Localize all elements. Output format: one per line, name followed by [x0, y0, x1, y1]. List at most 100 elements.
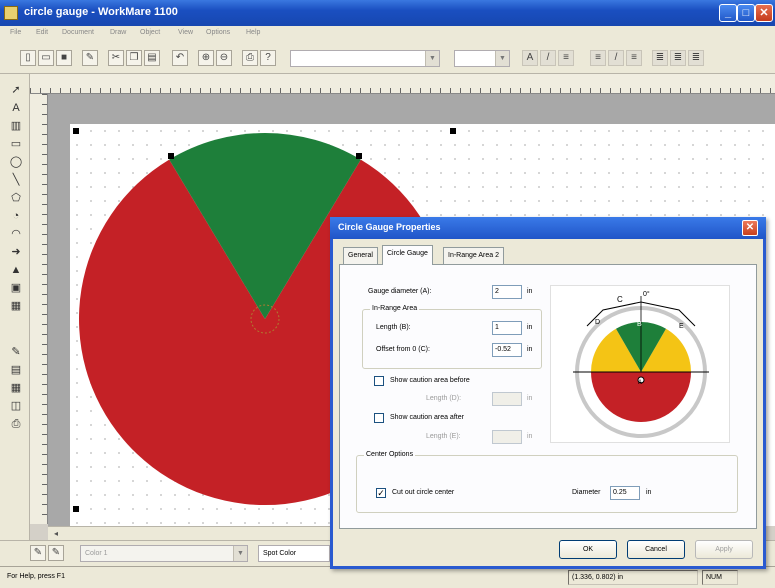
unit-label: in: [527, 346, 533, 353]
tab-general[interactable]: General: [343, 247, 378, 264]
new-file-icon: ▯: [25, 52, 31, 63]
dialog-title: Circle Gauge Properties: [338, 222, 441, 232]
menu-file[interactable]: File: [10, 29, 21, 36]
circle-gauge-properties-dialog: Circle Gauge Properties ✕ General Circle…: [330, 217, 766, 569]
paint-tool[interactable]: ✎: [8, 344, 24, 360]
menu-bar: File Edit Document Draw Object View Opti…: [0, 26, 775, 44]
menu-help[interactable]: Help: [246, 29, 260, 36]
align-left-button[interactable]: ≣: [652, 50, 668, 66]
horizontal-scrollbar[interactable]: ◂: [48, 526, 348, 540]
format-icon: ≡: [563, 52, 569, 63]
gauge-diameter-input[interactable]: 2: [492, 285, 522, 299]
pointer-tool[interactable]: ➚: [8, 82, 24, 98]
selection-handle-top-right[interactable]: [450, 128, 456, 134]
new-button[interactable]: ▯: [20, 50, 36, 66]
paint-bucket-icon: ✎: [11, 346, 21, 358]
arrow-tool[interactable]: ➜: [8, 244, 24, 260]
cancel-button[interactable]: Cancel: [627, 540, 685, 559]
diameter-input[interactable]: 0.25: [610, 486, 640, 500]
tab-circle-gauge[interactable]: Circle Gauge: [382, 245, 433, 265]
shape-tool[interactable]: ▲: [8, 262, 24, 278]
grid-tool[interactable]: ▦: [8, 380, 24, 396]
ok-button[interactable]: OK: [559, 540, 617, 559]
rectangle-tool[interactable]: ▭: [8, 136, 24, 152]
menu-draw[interactable]: Draw: [110, 29, 126, 36]
cut-out-center-checkbox[interactable]: ✓: [376, 488, 386, 498]
preview-label-c: C: [617, 295, 623, 304]
arc-tool[interactable]: ◠: [8, 226, 24, 242]
align-center-button[interactable]: ≣: [670, 50, 686, 66]
wizard-button[interactable]: ✎: [82, 50, 98, 66]
text-tool[interactable]: A: [8, 100, 24, 116]
unit-label: in: [527, 433, 533, 440]
zoom-out-button[interactable]: ⊖: [216, 50, 232, 66]
menu-edit[interactable]: Edit: [36, 29, 48, 36]
line-button-1[interactable]: ≡: [590, 50, 606, 66]
apply-button[interactable]: Apply: [695, 540, 753, 559]
spot-color-value: Spot Color: [263, 550, 297, 557]
open-button[interactable]: ▭: [38, 50, 54, 66]
close-button[interactable]: ✕: [755, 4, 773, 22]
save-button[interactable]: ■: [56, 50, 72, 66]
ellipse-tool[interactable]: ◯: [8, 154, 24, 170]
image-tool[interactable]: ▣: [8, 280, 24, 296]
caution-before-length-input[interactable]: [492, 392, 522, 406]
database-tool[interactable]: ◫: [8, 398, 24, 414]
gauge-tool[interactable]: ◔: [8, 208, 24, 224]
menu-view[interactable]: View: [178, 29, 193, 36]
text-format-button[interactable]: A: [522, 50, 538, 66]
line-button-2[interactable]: /: [608, 50, 624, 66]
menu-options[interactable]: Options: [206, 29, 230, 36]
caution-before-checkbox[interactable]: [374, 376, 384, 386]
in-range-area-group: [362, 309, 542, 369]
minimize-button[interactable]: _: [719, 4, 737, 22]
dialog-close-button[interactable]: ✕: [742, 220, 758, 236]
line-tool[interactable]: ╲: [8, 172, 24, 188]
size-combo[interactable]: ▼: [454, 50, 510, 67]
menu-object[interactable]: Object: [140, 29, 160, 36]
text-a-icon: A: [12, 102, 20, 114]
line-icon: /: [614, 52, 618, 63]
barcode-tool[interactable]: ▥: [8, 118, 24, 134]
align-right-button[interactable]: ≣: [688, 50, 704, 66]
segment-handle[interactable]: [356, 153, 362, 159]
color-combo[interactable]: Color 1 ▼: [80, 545, 248, 562]
chevron-down-icon[interactable]: ▼: [495, 51, 509, 66]
offset-c-input[interactable]: -0.52: [492, 343, 522, 357]
rectangle-icon: ▭: [10, 138, 22, 150]
table-tool[interactable]: ▦: [8, 298, 24, 314]
database-icon: ◫: [10, 400, 22, 412]
paste-button[interactable]: ▤: [144, 50, 160, 66]
color-tool-2[interactable]: ✎: [48, 545, 64, 561]
layer-tool[interactable]: ▤: [8, 362, 24, 378]
segment-handle[interactable]: [168, 153, 174, 159]
format-button-2[interactable]: /: [540, 50, 556, 66]
print-tool[interactable]: ⎙: [8, 416, 24, 432]
chevron-down-icon[interactable]: ▼: [425, 51, 439, 66]
horizontal-ruler: [30, 74, 775, 94]
help-button[interactable]: ?: [260, 50, 276, 66]
spot-color-combo[interactable]: Spot Color: [258, 545, 330, 562]
selection-handle-top-left[interactable]: [73, 128, 79, 134]
format-button-3[interactable]: ≡: [558, 50, 574, 66]
copy-button[interactable]: ❐: [126, 50, 142, 66]
tab-in-range-area-2[interactable]: In-Range Area 2: [443, 247, 504, 264]
zoom-in-button[interactable]: ⊕: [198, 50, 214, 66]
cut-button[interactable]: ✂: [108, 50, 124, 66]
chevron-down-icon[interactable]: ▼: [233, 546, 247, 561]
print-button[interactable]: ⎙: [242, 50, 258, 66]
undo-button[interactable]: ↶: [172, 50, 188, 66]
caution-after-length-input[interactable]: [492, 430, 522, 444]
polygon-tool[interactable]: ⬠: [8, 190, 24, 206]
status-help-text: For Help, press F1: [7, 573, 65, 580]
selection-handle-bottom-left[interactable]: [73, 506, 79, 512]
length-b-input[interactable]: 1: [492, 321, 522, 335]
maximize-button[interactable]: □: [737, 4, 755, 22]
line-button-3[interactable]: ≡: [626, 50, 642, 66]
vertical-ruler: [30, 94, 48, 524]
caution-after-checkbox[interactable]: [374, 413, 384, 423]
chevron-left-icon[interactable]: ◂: [54, 529, 58, 538]
menu-document[interactable]: Document: [62, 29, 94, 36]
color-tool-1[interactable]: ✎: [30, 545, 46, 561]
font-combo[interactable]: ▼: [290, 50, 440, 67]
